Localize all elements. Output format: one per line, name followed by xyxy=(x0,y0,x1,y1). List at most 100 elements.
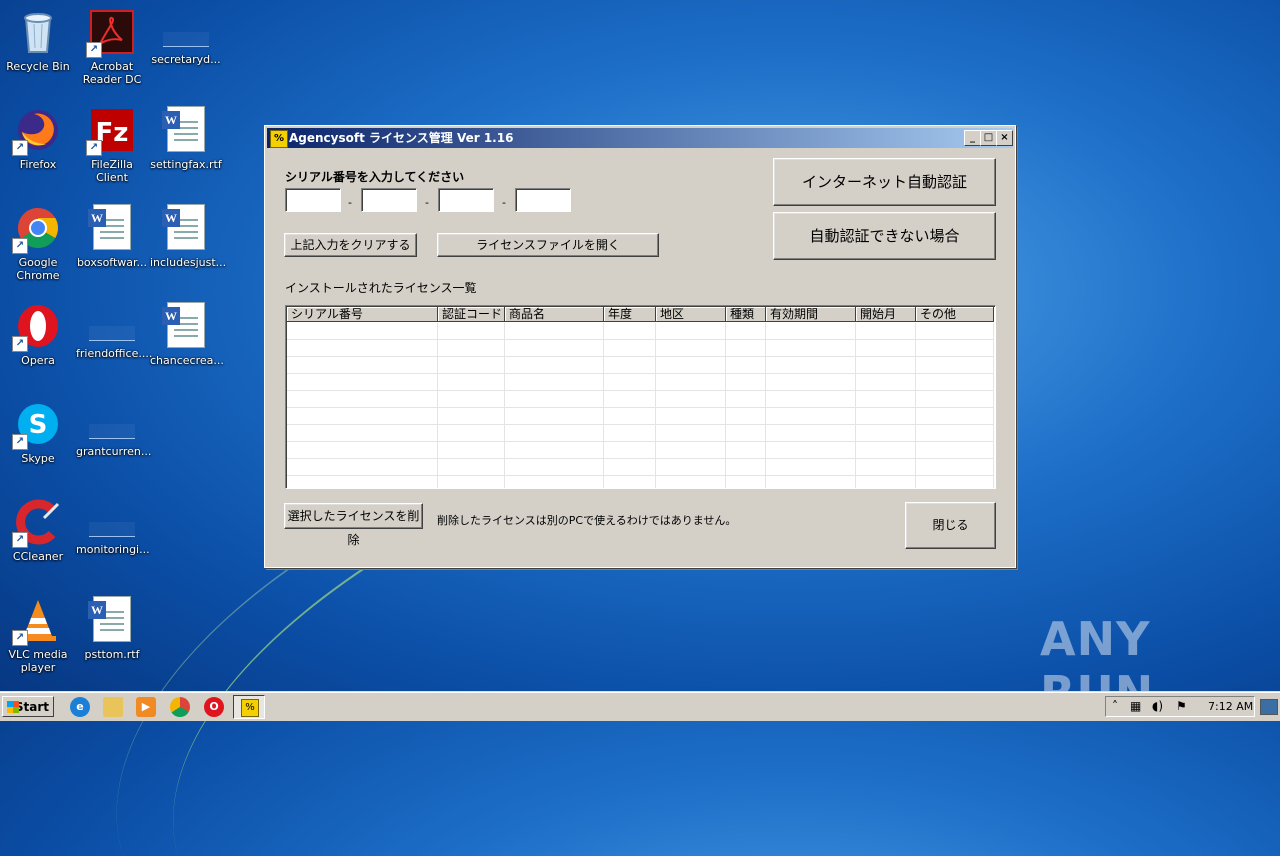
table-cell xyxy=(656,476,726,488)
vlc-icon: ↗ xyxy=(12,596,62,646)
table-cell xyxy=(856,391,916,408)
desktop-icon-skype[interactable]: S ↗ Skype xyxy=(0,396,76,486)
chrome-taskbar-icon[interactable] xyxy=(170,697,190,717)
table-cell xyxy=(656,374,726,391)
shortcut-arrow-icon: ↗ xyxy=(12,434,28,450)
show-hidden-icons-icon[interactable]: ˄ xyxy=(1112,699,1118,713)
table-cell xyxy=(287,425,438,442)
opera-taskbar-icon[interactable]: O xyxy=(204,697,224,717)
table-row[interactable] xyxy=(287,408,994,425)
table-cell xyxy=(656,391,726,408)
table-cell xyxy=(916,391,994,408)
table-cell xyxy=(287,476,438,488)
table-cell xyxy=(726,391,766,408)
clock[interactable]: 7:12 AM xyxy=(1208,700,1253,713)
license-manager-taskbar-button[interactable]: % xyxy=(233,695,265,719)
table-cell xyxy=(656,425,726,442)
minimize-button[interactable]: _ xyxy=(964,130,981,146)
table-row[interactable] xyxy=(287,391,994,408)
action-center-flag-icon[interactable]: ⚑ xyxy=(1176,699,1187,713)
column-header-type[interactable]: 種類 xyxy=(726,307,766,322)
desktop-icon-monitoringi[interactable]: monitoringi... xyxy=(74,494,150,584)
desktop-icon-acrobat-reader[interactable]: ↗ Acrobat Reader DC xyxy=(74,4,150,94)
table-cell xyxy=(726,374,766,391)
table-row[interactable] xyxy=(287,357,994,374)
table-cell xyxy=(916,425,994,442)
column-header-region[interactable]: 地区 xyxy=(656,307,726,322)
skype-icon: S ↗ xyxy=(12,400,62,450)
column-header-serial[interactable]: シリアル番号 xyxy=(287,307,438,322)
desktop-icon-vlc[interactable]: ↗ VLC media player xyxy=(0,592,76,682)
serial-field-3[interactable] xyxy=(438,188,494,212)
desktop-icon-opera[interactable]: ↗ Opera xyxy=(0,298,76,388)
manual-auth-button[interactable]: 自動認証できない場合 xyxy=(773,212,996,260)
internet-auto-auth-button[interactable]: インターネット自動認証 xyxy=(773,158,996,206)
desktop-icon-psttom[interactable]: W psttom.rtf xyxy=(74,592,150,682)
table-cell xyxy=(505,476,604,488)
open-license-file-button[interactable]: ライセンスファイルを開く xyxy=(437,233,659,257)
license-list-table[interactable]: シリアル番号 認証コード 商品名 年度 地区 種類 有効期間 開始月 その他 xyxy=(285,305,996,489)
word-document-icon: W xyxy=(162,302,210,350)
delete-selected-license-button[interactable]: 選択したライセンスを削除 xyxy=(284,503,423,547)
desktop-icon-secretaryd[interactable]: secretaryd... xyxy=(148,4,224,94)
desktop-icon-chancecrea[interactable]: W chancecrea... xyxy=(148,298,224,388)
column-header-start-month[interactable]: 開始月 xyxy=(856,307,916,322)
maximize-button[interactable]: □ xyxy=(980,130,997,146)
table-cell xyxy=(656,323,726,340)
chrome-icon: ↗ xyxy=(12,204,62,254)
table-cell xyxy=(726,408,766,425)
desktop-icon-filezilla[interactable]: Fz ↗ FileZilla Client xyxy=(74,102,150,192)
column-header-auth-code[interactable]: 認証コード xyxy=(438,307,505,322)
table-row[interactable] xyxy=(287,340,994,357)
media-player-icon[interactable]: ▶ xyxy=(136,697,156,717)
desktop-icon-includesjust[interactable]: W includesjust... xyxy=(148,200,226,290)
table-cell xyxy=(726,340,766,357)
table-cell xyxy=(766,459,856,476)
table-row[interactable] xyxy=(287,374,994,391)
network-icon[interactable]: ▦ xyxy=(1130,699,1141,713)
table-cell xyxy=(726,476,766,488)
column-header-year[interactable]: 年度 xyxy=(604,307,656,322)
serial-field-4[interactable] xyxy=(515,188,571,212)
desktop-icon-firefox[interactable]: ↗ Firefox xyxy=(0,102,76,192)
table-cell xyxy=(604,357,656,374)
column-header-product[interactable]: 商品名 xyxy=(505,307,604,322)
table-row[interactable] xyxy=(287,425,994,442)
desktop-icon-label: grantcurren... xyxy=(76,445,152,458)
file-explorer-icon[interactable] xyxy=(103,697,123,717)
table-cell xyxy=(604,391,656,408)
desktop-icon-label: friendoffice.... xyxy=(76,347,153,360)
window-titlebar[interactable]: % Agencysoft ライセンス管理 Ver 1.16 _ □ × xyxy=(267,128,1013,148)
internet-explorer-icon[interactable]: e xyxy=(70,697,90,717)
table-row[interactable] xyxy=(287,476,994,488)
acrobat-icon: ↗ xyxy=(86,8,136,58)
start-button[interactable]: Start xyxy=(2,696,54,717)
desktop-icon-boxsoftware[interactable]: W boxsoftwar... xyxy=(74,200,150,290)
file-icon xyxy=(163,32,209,47)
desktop-icon-grantcurren[interactable]: grantcurren... xyxy=(74,396,152,486)
desktop-icon-label: psttom.rtf xyxy=(84,648,140,661)
desktop-icon-recycle-bin[interactable]: Recycle Bin xyxy=(0,4,76,94)
clear-input-button[interactable]: 上記入力をクリアする xyxy=(284,233,417,257)
volume-icon[interactable]: ◖) xyxy=(1152,699,1163,713)
table-cell xyxy=(726,323,766,340)
table-row[interactable] xyxy=(287,459,994,476)
table-cell xyxy=(438,340,505,357)
column-header-other[interactable]: その他 xyxy=(916,307,994,322)
serial-field-2[interactable] xyxy=(361,188,417,212)
desktop-icon-settingfax[interactable]: W settingfax.rtf xyxy=(148,102,224,192)
close-button[interactable]: 閉じる xyxy=(905,502,996,549)
serial-field-1[interactable] xyxy=(285,188,341,212)
desktop-icon-friendoffice[interactable]: friendoffice.... xyxy=(74,298,153,388)
table-cell xyxy=(766,442,856,459)
desktop-icon-google-chrome[interactable]: ↗ Google Chrome xyxy=(0,200,76,290)
desktop-icon-ccleaner[interactable]: ↗ CCleaner xyxy=(0,494,76,584)
column-header-validity[interactable]: 有効期間 xyxy=(766,307,856,322)
close-window-button[interactable]: × xyxy=(996,130,1013,146)
table-cell xyxy=(604,408,656,425)
show-desktop-icon[interactable] xyxy=(1260,699,1278,715)
table-row[interactable] xyxy=(287,442,994,459)
table-cell xyxy=(287,340,438,357)
table-row[interactable] xyxy=(287,323,994,340)
table-cell xyxy=(438,442,505,459)
